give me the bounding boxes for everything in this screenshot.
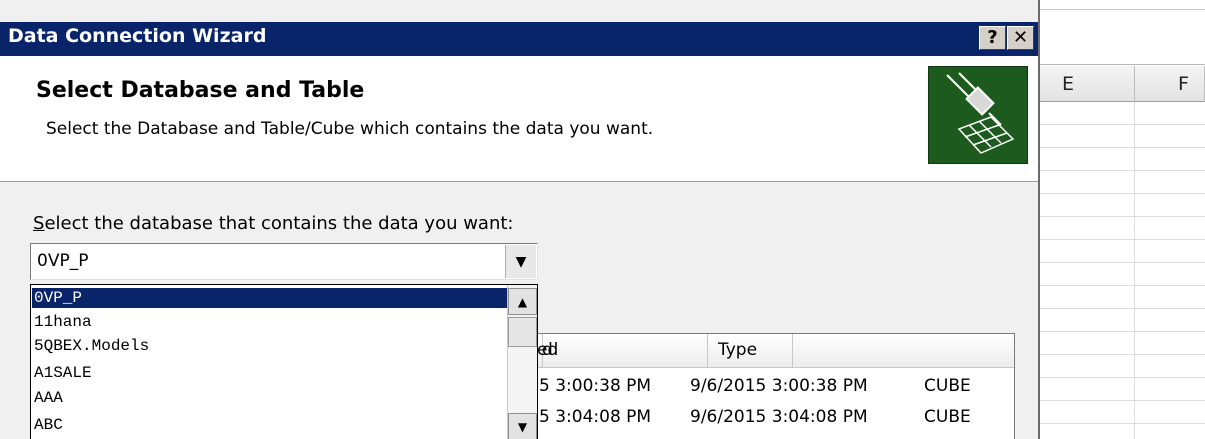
page-heading: Select Database and Table [36,78,365,103]
list-item[interactable]: 0VP_P [32,288,507,308]
column-header-e[interactable]: E [1040,66,1135,102]
wizard-plug-icon [928,66,1028,164]
scroll-up-icon: ▲ [517,294,528,309]
dialog-title: Data Connection Wizard [8,25,267,47]
wizard-header: Select Database and Table Select the Dat… [0,56,1038,182]
excel-formula-area [1040,10,1205,65]
cell-type: CUBE [924,407,971,427]
list-item[interactable]: AAA [32,388,63,408]
column-header-type[interactable]: Type [708,334,793,367]
help-button[interactable]: ? [979,26,1006,50]
database-label-accesskey: S [33,213,45,234]
scroll-thumb[interactable] [508,317,537,347]
title-bar[interactable]: Data Connection Wizard ? ✕ [0,22,1038,56]
cell-type: CUBE [924,376,971,396]
close-button[interactable]: ✕ [1007,26,1034,50]
list-item[interactable]: ABC [32,415,63,435]
page-subheading: Select the Database and Table/Cube which… [46,119,654,139]
close-icon: ✕ [1012,27,1029,48]
database-select[interactable]: 0VP_P ▼ [30,243,538,280]
dropdown-button[interactable]: ▼ [505,245,536,278]
dropdown-arrow-icon: ▼ [515,253,527,270]
scroll-down-icon: ▼ [517,419,528,434]
database-label: Select the database that contains the da… [33,213,514,234]
excel-cell-grid[interactable] [1040,102,1205,439]
list-scrollbar[interactable]: ▲ ▼ [507,285,537,439]
excel-ribbon-edge [1040,0,1205,10]
column-header-f[interactable]: F [1135,66,1205,102]
list-item[interactable]: 11hana [32,312,92,332]
database-dropdown-list[interactable]: 0VP_P 11hana 5QBEX.Models A1SALE AAA ABC… [30,284,538,439]
list-item[interactable]: 5QBEX.Models [32,336,149,356]
data-connection-wizard-dialog: Data Connection Wizard ? ✕ Select Databa… [0,0,1040,439]
cell-modified: 5 3:04:08 PM [539,407,652,427]
cell-created: 9/6/2015 3:00:38 PM [690,376,868,396]
help-icon: ? [987,27,998,48]
cell-modified: 5 3:00:38 PM [539,376,652,396]
scroll-down-button[interactable]: ▼ [508,413,537,439]
list-item[interactable]: A1SALE [32,363,92,383]
database-select-value: 0VP_P [37,251,89,271]
database-label-text: elect the database that contains the dat… [44,213,514,234]
cell-created: 9/6/2015 3:04:08 PM [690,407,868,427]
scroll-up-button[interactable]: ▲ [508,288,537,315]
excel-background: E F [1040,0,1205,439]
